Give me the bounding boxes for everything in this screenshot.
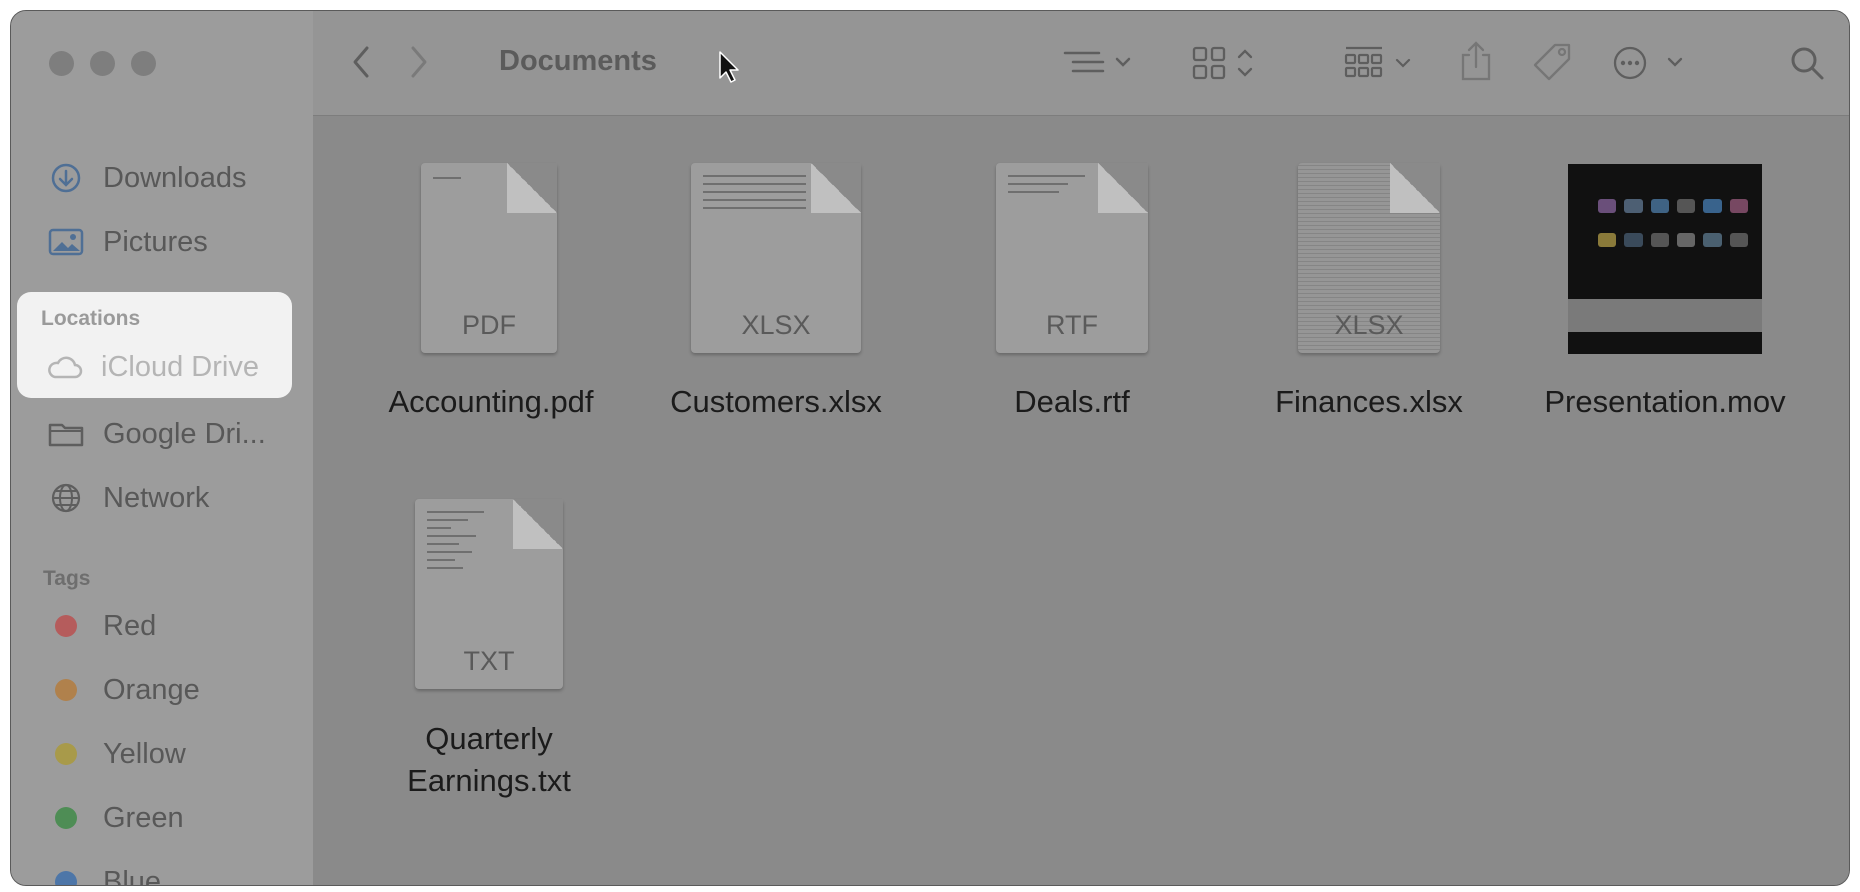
minimize-button[interactable] bbox=[90, 51, 115, 76]
file-name: Deals.rtf bbox=[1014, 384, 1130, 419]
text-file-icon: TXT bbox=[415, 499, 563, 689]
globe-icon bbox=[47, 479, 85, 517]
photo-icon bbox=[47, 223, 85, 261]
sidebar-item-label: Google Dri... bbox=[103, 417, 266, 450]
pdf-file-icon: PDF bbox=[421, 163, 557, 353]
search-button[interactable] bbox=[1789, 45, 1825, 86]
toolbar: Documents bbox=[313, 11, 1849, 116]
orange-tag-dot bbox=[55, 679, 77, 701]
sidebar-tag-red[interactable]: Red bbox=[47, 601, 156, 651]
mouse-cursor-icon bbox=[718, 50, 740, 89]
sidebar-item-pictures[interactable]: Pictures bbox=[47, 217, 208, 267]
sidebar: Downloads Pictures Locations iCloud Driv… bbox=[11, 11, 314, 885]
yellow-tag-dot bbox=[55, 743, 77, 765]
sidebar-item-label: Downloads bbox=[103, 161, 247, 194]
sidebar-item-google-drive[interactable]: Google Dri... bbox=[47, 409, 266, 459]
share-button[interactable] bbox=[1459, 39, 1493, 88]
sidebar-item-label: Yellow bbox=[103, 737, 186, 770]
sidebar-tag-green[interactable]: Green bbox=[47, 793, 184, 843]
sidebar-tag-orange[interactable]: Orange bbox=[47, 665, 200, 715]
close-button[interactable] bbox=[49, 51, 74, 76]
sidebar-tag-blue[interactable]: Blue bbox=[47, 857, 162, 886]
sidebar-item-label: Green bbox=[103, 801, 184, 834]
back-chevron-icon bbox=[351, 45, 371, 84]
more-icon bbox=[1613, 45, 1689, 86]
sidebar-item-network[interactable]: Network bbox=[47, 473, 209, 523]
grid-view-button[interactable] bbox=[1191, 43, 1261, 88]
file-name: Quarterly Earnings.txt bbox=[407, 721, 571, 798]
tag-button[interactable] bbox=[1531, 41, 1575, 90]
spreadsheet-file-icon: XLSX bbox=[1298, 163, 1440, 353]
movie-thumbnail bbox=[1568, 164, 1762, 354]
group-button[interactable] bbox=[1343, 43, 1417, 88]
forward-button[interactable] bbox=[409, 45, 429, 84]
green-tag-dot bbox=[55, 807, 77, 829]
list-view-icon bbox=[1063, 49, 1133, 82]
tag-icon bbox=[1531, 41, 1575, 90]
back-button[interactable] bbox=[351, 45, 371, 84]
search-icon bbox=[1789, 45, 1825, 86]
zoom-button[interactable] bbox=[131, 51, 156, 76]
file-name: Customers.xlsx bbox=[670, 384, 882, 419]
share-icon bbox=[1459, 39, 1493, 88]
rtf-file-icon: RTF bbox=[996, 163, 1148, 353]
locations-heading: Locations bbox=[41, 307, 141, 330]
file-name: Accounting.pdf bbox=[388, 384, 594, 419]
folder-icon bbox=[47, 415, 85, 453]
download-circle-icon bbox=[47, 159, 85, 197]
sidebar-item-label: iCloud Drive bbox=[101, 350, 259, 383]
file-grid: PDF Accounting.pdf XLSX Customers.xlsx R… bbox=[313, 116, 1849, 885]
spreadsheet-file-icon: XLSX bbox=[691, 163, 861, 353]
sidebar-item-label: Orange bbox=[103, 673, 200, 706]
forward-chevron-icon bbox=[409, 45, 429, 84]
file-name: Finances.xlsx bbox=[1275, 384, 1463, 419]
tags-heading: Tags bbox=[43, 567, 91, 590]
group-icon bbox=[1343, 43, 1417, 88]
grid-view-icon bbox=[1191, 43, 1261, 88]
sidebar-item-label: Pictures bbox=[103, 225, 208, 258]
sidebar-item-label: Network bbox=[103, 481, 210, 514]
sidebar-item-label: Red bbox=[103, 609, 157, 642]
sidebar-item-downloads[interactable]: Downloads bbox=[47, 153, 246, 203]
blue-tag-dot bbox=[55, 871, 77, 885]
locations-highlight: Locations iCloud Drive bbox=[17, 292, 292, 398]
list-view-button[interactable] bbox=[1063, 49, 1133, 82]
cloud-icon bbox=[45, 348, 83, 386]
sidebar-item-icloud-drive[interactable]: iCloud Drive bbox=[45, 342, 259, 392]
traffic-lights bbox=[49, 51, 156, 76]
finder-window: Downloads Pictures Locations iCloud Driv… bbox=[10, 10, 1850, 886]
sidebar-tag-yellow[interactable]: Yellow bbox=[47, 729, 186, 779]
more-actions-button[interactable] bbox=[1613, 45, 1689, 86]
file-name: Presentation.mov bbox=[1544, 384, 1786, 419]
window-title: Documents bbox=[499, 45, 657, 77]
sidebar-item-label: Blue bbox=[103, 865, 162, 886]
red-tag-dot bbox=[55, 615, 77, 637]
